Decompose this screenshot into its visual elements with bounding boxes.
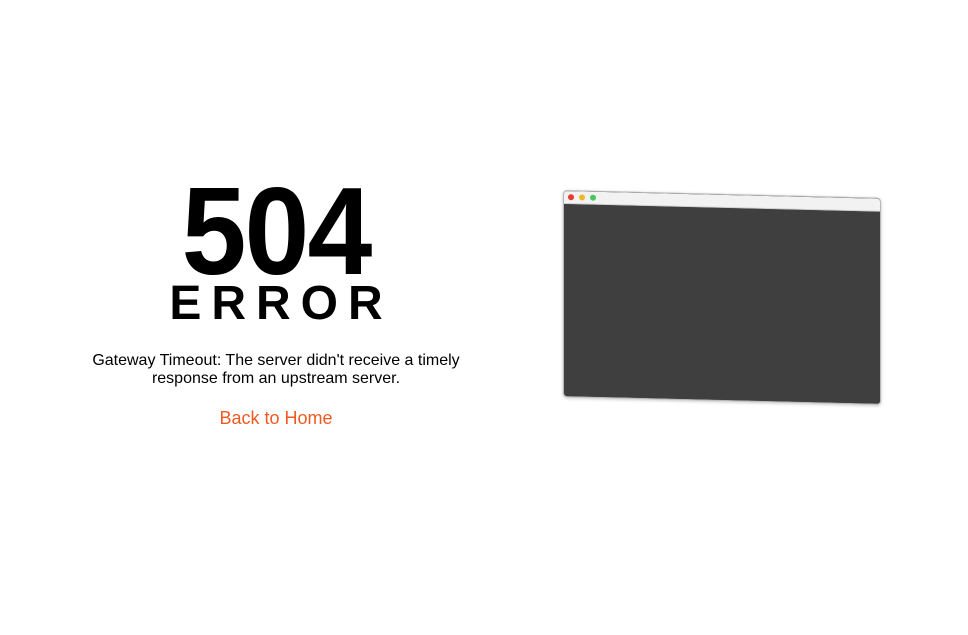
back-to-home-link[interactable]: Back to Home — [219, 408, 332, 429]
browser-window-illustration — [563, 190, 881, 405]
error-page: 504 ERROR Gateway Timeout: The server di… — [0, 0, 968, 635]
error-content: 504 ERROR Gateway Timeout: The server di… — [76, 170, 476, 429]
minimize-dot-icon — [579, 194, 585, 201]
maximize-dot-icon — [590, 194, 596, 201]
browser-illustration — [563, 190, 881, 405]
close-dot-icon — [568, 194, 574, 201]
error-message: Gateway Timeout: The server didn't recei… — [92, 352, 460, 387]
browser-screen — [564, 204, 880, 405]
error-code: 504 — [181, 163, 373, 301]
